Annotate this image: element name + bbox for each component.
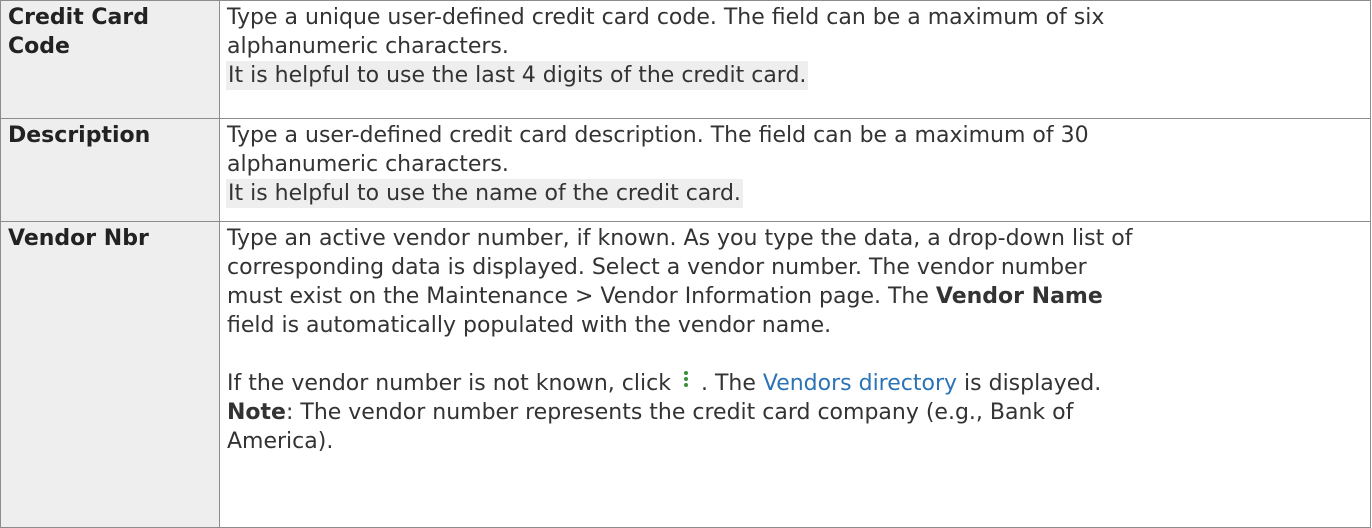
field-description-table: Credit Card Code Type a unique user-defi… [0,0,1371,528]
description-text: field is automatically populated with th… [227,313,832,338]
description-text: Type a unique user-defined credit card c… [227,5,1105,30]
field-description: Type a unique user-defined credit card c… [219,0,1371,119]
vendors-directory-link[interactable]: Vendors directory [763,371,957,396]
tip-text: It is helpful to use the name of the cre… [226,179,743,208]
description-text-part: must exist on the Maintenance > Vendor I… [227,284,936,309]
vertical-ellipsis-icon[interactable] [679,370,693,392]
tip-text: It is helpful to use the last 4 digits o… [226,61,809,90]
field-label: Description [0,118,220,222]
field-description: Type an active vendor number, if known. … [219,221,1371,528]
description-text: Type a user-defined credit card descript… [227,123,1089,148]
note-text: America). [227,429,334,454]
description-text-part: . The [700,371,756,396]
table-row-credit-card-code: Credit Card Code Type a unique user-defi… [0,0,1371,119]
field-label: Credit Card Code [0,0,220,119]
note-text: Note: The vendor number represents the c… [227,398,1362,427]
note-label: Note [227,400,286,425]
field-description: Type a user-defined credit card descript… [219,118,1371,222]
description-text: Type an active vendor number, if known. … [227,226,1133,251]
description-text: If the vendor number is not known, click… [227,369,1362,398]
table-row-vendor-nbr: Vendor Nbr Type an active vendor number,… [0,221,1371,528]
note-body: : The vendor number represents the credi… [285,400,1074,425]
description-text: must exist on the Maintenance > Vendor I… [227,282,1362,311]
description-text-part: If the vendor number is not known, click [227,371,671,396]
table-row-description: Description Type a user-defined credit c… [0,118,1371,222]
description-text-part: is displayed. [964,371,1102,396]
field-label: Vendor Nbr [0,221,220,528]
description-text: alphanumeric characters. [227,152,509,177]
description-text: alphanumeric characters. [227,34,509,59]
vendor-name-field-ref: Vendor Name [935,284,1103,309]
description-text: corresponding data is displayed. Select … [227,255,1087,280]
